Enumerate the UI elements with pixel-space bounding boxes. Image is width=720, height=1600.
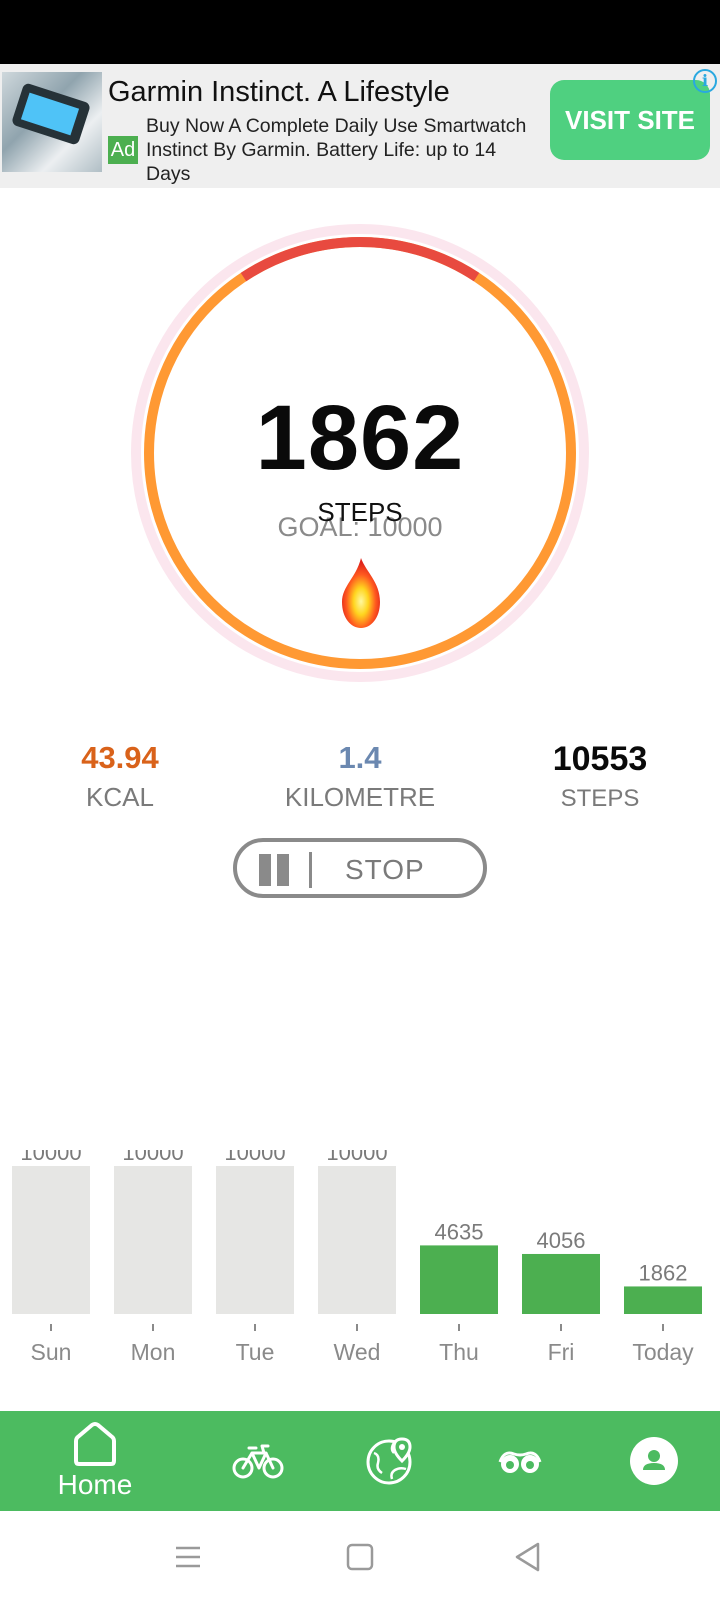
steps-label: STEPS: [317, 497, 403, 527]
bar-wed: [318, 1166, 396, 1314]
bar-value-label: 1862: [639, 1260, 688, 1285]
bar-value-label: 4056: [537, 1228, 586, 1253]
stat-total-steps: 10553 STEPS: [480, 740, 720, 813]
x-tick-label: Wed: [334, 1339, 381, 1365]
control-divider: [309, 852, 312, 888]
system-nav-bar: [0, 1511, 720, 1600]
info-icon[interactable]: i: [693, 69, 717, 93]
menu-icon[interactable]: [170, 1539, 206, 1575]
x-tick-label: Mon: [131, 1339, 176, 1365]
binoculars-icon: [498, 1451, 542, 1473]
bar-fri: [522, 1253, 600, 1314]
ad-badge: Ad: [108, 136, 138, 164]
x-tick-label: Fri: [548, 1339, 575, 1365]
home-icon: [74, 1422, 116, 1466]
nav-map[interactable]: [330, 1411, 450, 1511]
x-tick-label: Sun: [31, 1339, 72, 1365]
pause-stop-control[interactable]: STOP: [233, 838, 487, 898]
bar-value-label: 10000: [224, 1150, 285, 1165]
bicycle-icon: [232, 1444, 284, 1479]
bar-today: [624, 1286, 702, 1314]
kcal-value: 43.94: [81, 740, 159, 775]
distance-label: KILOMETRE: [284, 782, 436, 812]
bar-thu: [420, 1245, 498, 1314]
x-tick-label: Today: [632, 1339, 694, 1365]
flame-icon: [336, 556, 386, 632]
stop-button[interactable]: STOP: [345, 854, 425, 886]
x-tick-label: Thu: [439, 1339, 479, 1365]
globe-map-icon: [366, 1437, 412, 1485]
bar-mon: [114, 1166, 192, 1314]
steps-count: 1862: [255, 387, 465, 489]
nav-home-label: Home: [57, 1469, 133, 1500]
ad-thumbnail[interactable]: [2, 72, 102, 172]
nav-social[interactable]: [460, 1411, 580, 1511]
profile-icon: [630, 1437, 678, 1485]
bar-value-label: 4635: [435, 1219, 484, 1244]
total-steps-label: STEPS: [560, 785, 640, 812]
total-steps-value: 10553: [552, 740, 648, 778]
nav-profile[interactable]: [594, 1411, 714, 1511]
bar-sun: [12, 1166, 90, 1314]
back-icon[interactable]: [510, 1539, 546, 1575]
status-bar: [0, 0, 720, 64]
distance-value: 1.4: [338, 740, 382, 775]
nav-cycling[interactable]: [198, 1411, 318, 1511]
bar-tue: [216, 1166, 294, 1314]
weekly-steps-chart: 10000 Sun 10000 Mon 10000 Tue 10000 Wed 4635 Thu 4…: [0, 1150, 720, 1390]
home-square-icon[interactable]: [342, 1539, 378, 1575]
x-tick-label: Tue: [236, 1339, 275, 1365]
bottom-nav: Home: [0, 1411, 720, 1511]
pause-icon[interactable]: [259, 854, 291, 886]
ad-description[interactable]: Buy Now A Complete Daily Use Smartwatch …: [146, 114, 538, 186]
bar-value-label: 10000: [122, 1150, 183, 1165]
visit-site-button[interactable]: VISIT SITE: [550, 80, 710, 160]
ad-title[interactable]: Garmin Instinct. A Lifestyle: [108, 76, 450, 109]
bar-value-label: 10000: [20, 1150, 81, 1165]
nav-home[interactable]: Home: [35, 1411, 155, 1511]
kcal-label: KCAL: [86, 782, 154, 812]
stat-kcal: 43.94 KCAL: [0, 740, 240, 813]
bar-value-label: 10000: [326, 1150, 387, 1165]
stat-distance: 1.4 KILOMETRE: [240, 740, 480, 813]
